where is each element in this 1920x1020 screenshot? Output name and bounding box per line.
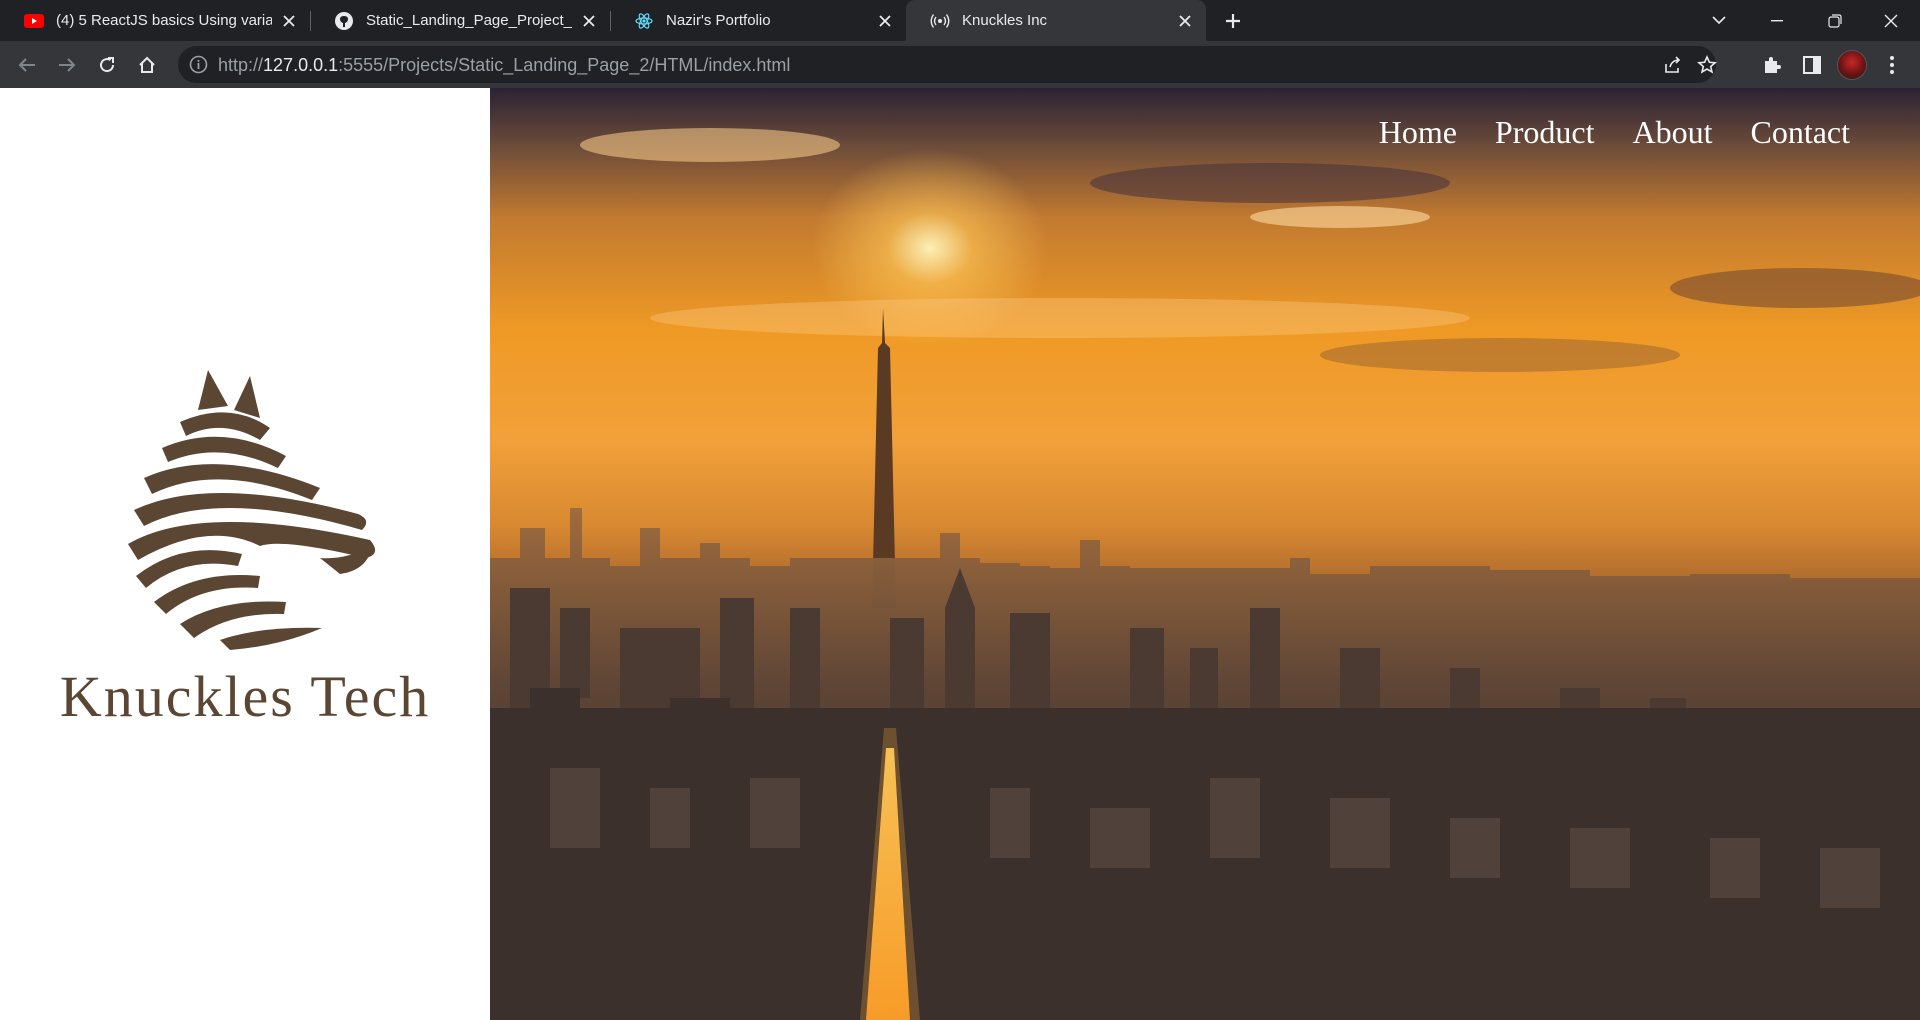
extensions-icon[interactable] [1759,52,1785,78]
url-text[interactable]: http://127.0.0.1:5555/Projects/Static_La… [218,55,790,76]
plus-icon [1226,14,1240,28]
minimize-button[interactable] [1748,0,1806,41]
close-icon [1884,14,1898,27]
url-path: :5555/Projects/Static_Landing_Page_2/HTM… [338,55,791,75]
tab-github[interactable]: Static_Landing_Page_Project_1/H [310,0,610,41]
close-window-button[interactable] [1862,0,1920,41]
github-icon [334,11,354,31]
browser-toolbar: http://127.0.0.1:5555/Projects/Static_La… [0,41,1920,88]
react-icon [634,11,654,31]
close-tab-icon[interactable] [578,10,600,32]
back-button[interactable] [10,48,44,82]
close-tab-icon[interactable] [278,10,300,32]
restore-button[interactable] [1806,0,1864,41]
menu-kebab-icon[interactable] [1879,52,1905,78]
new-tab-button[interactable] [1217,5,1249,37]
url-scheme: http:// [218,55,264,75]
brand-panel: Knuckles Tech [0,88,490,1020]
nav-home-link[interactable]: Home [1379,114,1457,151]
close-tab-icon[interactable] [874,10,896,32]
url-host: 127.0.0.1 [263,55,339,75]
city-skyline [490,308,1920,1020]
profile-avatar[interactable] [1837,50,1867,80]
chevron-down-icon [1712,16,1726,25]
info-icon[interactable] [188,54,209,75]
brand-name: Knuckles Tech [59,664,431,729]
bookmark-star-icon[interactable] [1696,54,1718,76]
page-viewport: Knuckles Tech Home Product About Contact [0,88,1920,1020]
home-icon [139,56,155,73]
tab-youtube[interactable]: (4) 5 ReactJS basics Using variabl [0,0,310,41]
tab-title: (4) 5 ReactJS basics Using variabl [56,12,272,29]
youtube-icon [24,11,44,31]
address-bar[interactable]: http://127.0.0.1:5555/Projects/Static_La… [178,46,1718,83]
tab-strip: (4) 5 ReactJS basics Using variabl Stati… [0,0,1920,41]
tab-title: Nazir's Portfolio [666,12,771,29]
minimize-icon [1771,19,1783,21]
tab-portfolio[interactable]: Nazir's Portfolio [610,0,906,41]
back-arrow-icon [18,58,35,72]
nav-product-link[interactable]: Product [1495,114,1595,151]
broadcast-icon [930,11,950,31]
side-panel-icon[interactable] [1799,52,1825,78]
tab-title: Static_Landing_Page_Project_1/H [366,12,572,29]
home-button[interactable] [130,48,164,82]
reload-icon [100,57,115,73]
hero-banner: Home Product About Contact [490,88,1920,1020]
forward-button[interactable] [50,48,84,82]
restore-icon [1828,13,1842,28]
close-tab-icon[interactable] [1174,10,1196,32]
tab-knuckles[interactable]: Knuckles Inc [906,0,1206,41]
nav-about-link[interactable]: About [1632,114,1712,151]
reload-button[interactable] [90,48,124,82]
main-nav: Home Product About Contact [1379,114,1850,151]
tab-title: Knuckles Inc [962,12,1048,29]
tab-search-button[interactable] [1690,0,1748,41]
forward-arrow-icon [59,58,76,72]
horse-head-logo-icon [128,370,376,650]
share-icon[interactable] [1662,54,1684,76]
nav-contact-link[interactable]: Contact [1750,114,1850,151]
